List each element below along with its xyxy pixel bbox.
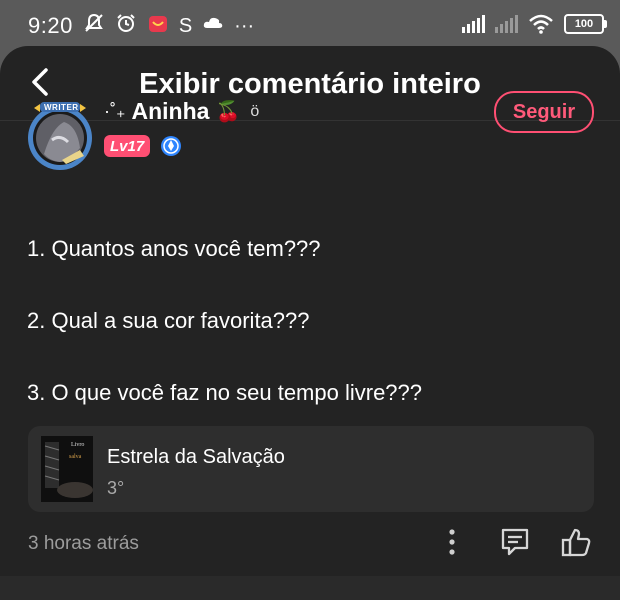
wifi-icon bbox=[529, 14, 553, 34]
comment-line: 2. Qual a sua cor favorita??? bbox=[27, 308, 310, 333]
verified-badge-icon bbox=[161, 136, 181, 156]
bell-off-icon bbox=[83, 12, 105, 39]
bottom-divider bbox=[0, 576, 620, 600]
follow-button[interactable]: Seguir bbox=[494, 91, 594, 133]
signal-secondary-icon bbox=[495, 15, 518, 33]
username-decoration: ·˚₊ bbox=[104, 101, 126, 121]
story-card[interactable]: Livro salva Estrela da Salvação 3° bbox=[28, 426, 594, 512]
more-options-button[interactable] bbox=[442, 526, 462, 563]
reply-button[interactable] bbox=[499, 526, 531, 563]
signal-icon bbox=[462, 15, 485, 33]
alarm-icon bbox=[115, 12, 137, 39]
more-dots-icon: ··· bbox=[234, 14, 255, 37]
s-app-icon: S bbox=[178, 14, 193, 37]
status-right: 100 bbox=[462, 14, 607, 34]
username-suffix: ö bbox=[250, 102, 260, 120]
status-bar: 9:20 S ··· 100 bbox=[0, 0, 620, 50]
story-title: Estrela da Salvação bbox=[107, 446, 285, 468]
cloud-icon bbox=[202, 12, 224, 39]
username[interactable]: Aninha bbox=[132, 98, 210, 125]
avatar[interactable]: WRITER bbox=[22, 98, 98, 179]
more-vertical-icon bbox=[449, 529, 455, 555]
username-row[interactable]: ·˚₊ Aninha 🍒 ö bbox=[104, 98, 259, 125]
comment-icon bbox=[501, 528, 529, 556]
svg-text:salva: salva bbox=[69, 454, 82, 460]
story-cover-image: Livro salva bbox=[41, 436, 93, 502]
avatar-frame-label: WRITER bbox=[44, 103, 79, 112]
story-rank: 3° bbox=[107, 478, 125, 498]
battery-indicator: 100 bbox=[564, 14, 607, 34]
like-button[interactable] bbox=[560, 526, 592, 563]
comment-line: 1. Quantos anos você tem??? bbox=[27, 236, 321, 261]
timestamp: 3 horas atrás bbox=[28, 533, 139, 554]
app-badge-icon bbox=[147, 12, 169, 39]
like-icon bbox=[561, 528, 591, 557]
cherry-emoji: 🍒 bbox=[215, 101, 241, 123]
status-left: 9:20 S ··· bbox=[28, 12, 254, 39]
svg-text:Livro: Livro bbox=[71, 442, 84, 448]
level-badge: Lv17 bbox=[104, 135, 151, 157]
comment-body: 1. Quantos anos você tem??? 2. Qual a su… bbox=[27, 235, 422, 451]
status-time: 9:20 bbox=[28, 12, 73, 38]
